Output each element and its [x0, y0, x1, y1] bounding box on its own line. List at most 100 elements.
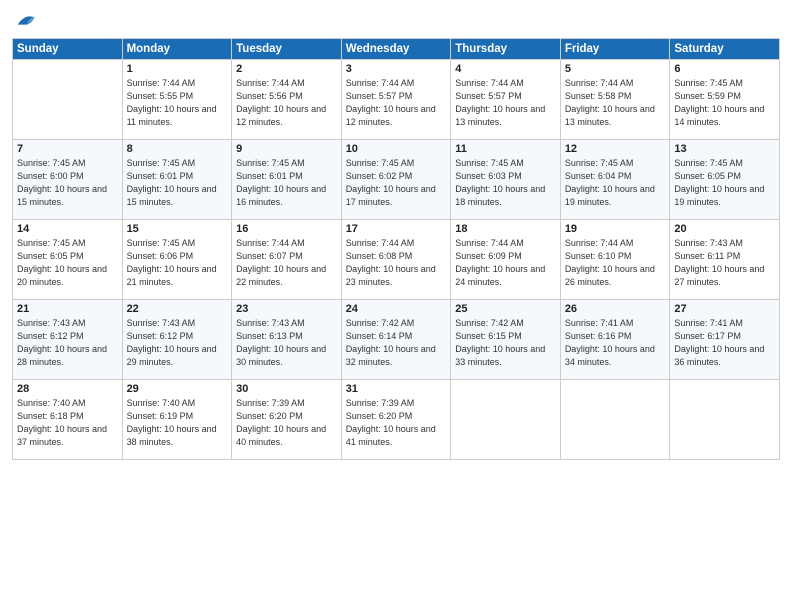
- day-number: 18: [455, 223, 556, 235]
- weekday-header-saturday: Saturday: [670, 39, 780, 60]
- calendar-cell: 20 Sunrise: 7:43 AMSunset: 6:11 PMDayligh…: [670, 220, 780, 300]
- weekday-header-sunday: Sunday: [13, 39, 123, 60]
- day-detail: Sunrise: 7:42 AMSunset: 6:15 PMDaylight:…: [455, 317, 556, 369]
- calendar-cell: 2 Sunrise: 7:44 AMSunset: 5:56 PMDaylight…: [232, 60, 342, 140]
- calendar-cell: 29 Sunrise: 7:40 AMSunset: 6:19 PMDayligh…: [122, 380, 232, 460]
- day-number: 23: [236, 303, 337, 315]
- day-number: 10: [346, 143, 447, 155]
- weekday-header-friday: Friday: [560, 39, 670, 60]
- day-number: 6: [674, 63, 775, 75]
- day-detail: Sunrise: 7:45 AMSunset: 6:01 PMDaylight:…: [236, 157, 337, 209]
- calendar-cell: 28 Sunrise: 7:40 AMSunset: 6:18 PMDayligh…: [13, 380, 123, 460]
- calendar-cell: 7Sunrise: 7:45 AMSunset: 6:00 PMDaylight…: [13, 140, 123, 220]
- day-number: 14: [17, 223, 118, 235]
- calendar-week-row: 14 Sunrise: 7:45 AMSunset: 6:05 PMDayligh…: [13, 220, 780, 300]
- calendar-cell: 30 Sunrise: 7:39 AMSunset: 6:20 PMDayligh…: [232, 380, 342, 460]
- calendar-cell: 8Sunrise: 7:45 AMSunset: 6:01 PMDaylight…: [122, 140, 232, 220]
- day-number: 21: [17, 303, 118, 315]
- day-number: 4: [455, 63, 556, 75]
- day-detail: Sunrise: 7:43 AMSunset: 6:12 PMDaylight:…: [127, 317, 228, 369]
- day-detail: Sunrise: 7:45 AMSunset: 6:00 PMDaylight:…: [17, 157, 118, 209]
- calendar-cell: 13 Sunrise: 7:45 AMSunset: 6:05 PMDayligh…: [670, 140, 780, 220]
- day-number: 27: [674, 303, 775, 315]
- day-number: 31: [346, 383, 447, 395]
- day-detail: Sunrise: 7:44 AMSunset: 5:57 PMDaylight:…: [346, 77, 447, 129]
- day-detail: Sunrise: 7:45 AMSunset: 6:06 PMDaylight:…: [127, 237, 228, 289]
- day-number: 8: [127, 143, 228, 155]
- day-detail: Sunrise: 7:44 AMSunset: 6:08 PMDaylight:…: [346, 237, 447, 289]
- day-detail: Sunrise: 7:43 AMSunset: 6:12 PMDaylight:…: [17, 317, 118, 369]
- calendar-cell: 17 Sunrise: 7:44 AMSunset: 6:08 PMDayligh…: [341, 220, 451, 300]
- calendar-table: SundayMondayTuesdayWednesdayThursdayFrid…: [12, 38, 780, 460]
- day-detail: Sunrise: 7:45 AMSunset: 6:04 PMDaylight:…: [565, 157, 666, 209]
- calendar-week-row: 1 Sunrise: 7:44 AMSunset: 5:55 PMDaylight…: [13, 60, 780, 140]
- calendar-cell: 12 Sunrise: 7:45 AMSunset: 6:04 PMDayligh…: [560, 140, 670, 220]
- header: [12, 10, 780, 32]
- calendar-cell: [670, 380, 780, 460]
- day-detail: Sunrise: 7:44 AMSunset: 6:09 PMDaylight:…: [455, 237, 556, 289]
- day-detail: Sunrise: 7:39 AMSunset: 6:20 PMDaylight:…: [236, 397, 337, 449]
- calendar-cell: 3 Sunrise: 7:44 AMSunset: 5:57 PMDaylight…: [341, 60, 451, 140]
- calendar-cell: 15Sunrise: 7:45 AMSunset: 6:06 PMDayligh…: [122, 220, 232, 300]
- day-number: 9: [236, 143, 337, 155]
- calendar-cell: 21 Sunrise: 7:43 AMSunset: 6:12 PMDayligh…: [13, 300, 123, 380]
- calendar-cell: [451, 380, 561, 460]
- day-number: 17: [346, 223, 447, 235]
- day-number: 19: [565, 223, 666, 235]
- day-number: 30: [236, 383, 337, 395]
- calendar-cell: [13, 60, 123, 140]
- calendar-week-row: 21 Sunrise: 7:43 AMSunset: 6:12 PMDayligh…: [13, 300, 780, 380]
- day-number: 13: [674, 143, 775, 155]
- day-detail: Sunrise: 7:44 AMSunset: 6:07 PMDaylight:…: [236, 237, 337, 289]
- day-detail: Sunrise: 7:45 AMSunset: 6:05 PMDaylight:…: [674, 157, 775, 209]
- calendar-cell: 10 Sunrise: 7:45 AMSunset: 6:02 PMDayligh…: [341, 140, 451, 220]
- day-number: 2: [236, 63, 337, 75]
- day-detail: Sunrise: 7:44 AMSunset: 5:56 PMDaylight:…: [236, 77, 337, 129]
- calendar-week-row: 7Sunrise: 7:45 AMSunset: 6:00 PMDaylight…: [13, 140, 780, 220]
- calendar-cell: [560, 380, 670, 460]
- calendar-cell: 26Sunrise: 7:41 AMSunset: 6:16 PMDayligh…: [560, 300, 670, 380]
- day-detail: Sunrise: 7:43 AMSunset: 6:13 PMDaylight:…: [236, 317, 337, 369]
- day-number: 1: [127, 63, 228, 75]
- calendar-cell: 24 Sunrise: 7:42 AMSunset: 6:14 PMDayligh…: [341, 300, 451, 380]
- day-detail: Sunrise: 7:45 AMSunset: 6:02 PMDaylight:…: [346, 157, 447, 209]
- calendar-cell: 31Sunrise: 7:39 AMSunset: 6:20 PMDayligh…: [341, 380, 451, 460]
- calendar-cell: 18 Sunrise: 7:44 AMSunset: 6:09 PMDayligh…: [451, 220, 561, 300]
- day-detail: Sunrise: 7:45 AMSunset: 5:59 PMDaylight:…: [674, 77, 775, 129]
- day-number: 26: [565, 303, 666, 315]
- weekday-header-wednesday: Wednesday: [341, 39, 451, 60]
- day-detail: Sunrise: 7:45 AMSunset: 6:03 PMDaylight:…: [455, 157, 556, 209]
- calendar-cell: 25Sunrise: 7:42 AMSunset: 6:15 PMDayligh…: [451, 300, 561, 380]
- calendar-cell: 16Sunrise: 7:44 AMSunset: 6:07 PMDayligh…: [232, 220, 342, 300]
- day-number: 29: [127, 383, 228, 395]
- day-detail: Sunrise: 7:40 AMSunset: 6:19 PMDaylight:…: [127, 397, 228, 449]
- calendar-cell: 27 Sunrise: 7:41 AMSunset: 6:17 PMDayligh…: [670, 300, 780, 380]
- day-number: 5: [565, 63, 666, 75]
- calendar-cell: 6 Sunrise: 7:45 AMSunset: 5:59 PMDaylight…: [670, 60, 780, 140]
- weekday-header-monday: Monday: [122, 39, 232, 60]
- day-number: 24: [346, 303, 447, 315]
- day-number: 28: [17, 383, 118, 395]
- day-number: 22: [127, 303, 228, 315]
- day-detail: Sunrise: 7:44 AMSunset: 5:55 PMDaylight:…: [127, 77, 228, 129]
- logo: [12, 10, 36, 32]
- day-number: 11: [455, 143, 556, 155]
- calendar-cell: 9 Sunrise: 7:45 AMSunset: 6:01 PMDaylight…: [232, 140, 342, 220]
- calendar-cell: 5 Sunrise: 7:44 AMSunset: 5:58 PMDaylight…: [560, 60, 670, 140]
- day-detail: Sunrise: 7:44 AMSunset: 5:57 PMDaylight:…: [455, 77, 556, 129]
- calendar-cell: 11 Sunrise: 7:45 AMSunset: 6:03 PMDayligh…: [451, 140, 561, 220]
- day-number: 3: [346, 63, 447, 75]
- weekday-header-thursday: Thursday: [451, 39, 561, 60]
- day-detail: Sunrise: 7:40 AMSunset: 6:18 PMDaylight:…: [17, 397, 118, 449]
- day-detail: Sunrise: 7:43 AMSunset: 6:11 PMDaylight:…: [674, 237, 775, 289]
- day-number: 20: [674, 223, 775, 235]
- weekday-header-tuesday: Tuesday: [232, 39, 342, 60]
- day-number: 12: [565, 143, 666, 155]
- day-detail: Sunrise: 7:45 AMSunset: 6:05 PMDaylight:…: [17, 237, 118, 289]
- page-container: SundayMondayTuesdayWednesdayThursdayFrid…: [0, 0, 792, 468]
- weekday-header-row: SundayMondayTuesdayWednesdayThursdayFrid…: [13, 39, 780, 60]
- day-detail: Sunrise: 7:44 AMSunset: 5:58 PMDaylight:…: [565, 77, 666, 129]
- logo-icon: [14, 10, 36, 32]
- day-detail: Sunrise: 7:41 AMSunset: 6:17 PMDaylight:…: [674, 317, 775, 369]
- day-detail: Sunrise: 7:42 AMSunset: 6:14 PMDaylight:…: [346, 317, 447, 369]
